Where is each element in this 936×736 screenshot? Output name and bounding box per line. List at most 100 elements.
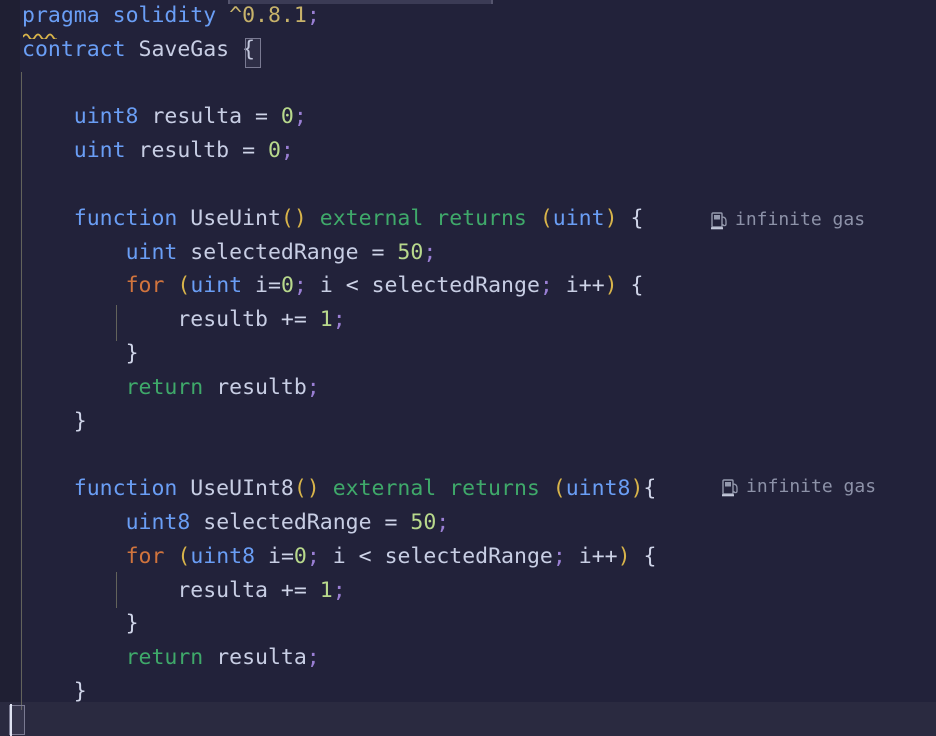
code-token: i [578, 543, 592, 569]
code-line[interactable]: resultb += 1; [22, 303, 345, 337]
code-token: { [617, 205, 644, 231]
code-token: ) [617, 543, 631, 569]
code-token: resultb [138, 138, 230, 164]
code-token: UseUint [190, 205, 281, 231]
code-token: ) [630, 476, 644, 502]
code-token: resulta [216, 645, 307, 671]
code-token: uint8 [73, 104, 139, 130]
code-token: SaveGas [138, 36, 230, 62]
code-token: selectedRange [371, 273, 540, 299]
gas-estimate-label: infinite gas [746, 476, 877, 497]
code-line[interactable] [22, 709, 35, 736]
code-token: = [268, 273, 281, 299]
code-lines-container[interactable]: pragma solidity ^0.8.1; contract SaveGas … [0, 0, 936, 736]
code-editor[interactable]: pragma solidity ^0.8.1; contract SaveGas … [0, 0, 936, 736]
code-line[interactable] [22, 67, 35, 101]
code-line[interactable] [22, 438, 35, 472]
code-token: ( [177, 273, 191, 299]
code-token: returns [436, 205, 527, 231]
code-line[interactable]: return resultb; [22, 371, 320, 405]
code-line[interactable]: function UseUInt8() external returns (ui… [22, 472, 657, 506]
code-token: () [293, 476, 320, 502]
code-token: ( [177, 543, 191, 569]
code-line[interactable]: } [22, 607, 139, 641]
code-token: selectedRange [190, 239, 359, 265]
code-token: ; [436, 510, 450, 535]
code-line[interactable]: function UseUint() external returns (uin… [22, 202, 644, 236]
code-token: += [267, 307, 320, 333]
code-line[interactable]: uint8 selectedRange = 50; [22, 506, 450, 540]
code-token: ++ [578, 273, 605, 299]
code-token: ++ [591, 543, 618, 569]
code-token: function [73, 476, 178, 502]
code-token: { [617, 273, 644, 299]
code-line[interactable]: uint selectedRange = 50; [22, 236, 437, 270]
code-token: += [267, 577, 320, 603]
code-line[interactable]: uint8 resulta = 0; [22, 100, 307, 134]
code-token: { [643, 476, 657, 502]
code-token: pragma [22, 3, 100, 28]
code-token: ; [306, 374, 320, 400]
code-token: ; [293, 273, 307, 299]
code-token: = [229, 138, 268, 164]
code-token: () [280, 205, 307, 231]
code-line[interactable]: pragma solidity ^0.8.1; [22, 0, 320, 33]
code-token: ; [280, 138, 294, 164]
code-line[interactable]: } [22, 405, 87, 439]
gas-estimate-annotation-1: infinite gas [711, 203, 865, 237]
code-line[interactable]: for (uint8 i=0; i < selectedRange; i++) … [22, 540, 657, 574]
code-token: ) [604, 205, 618, 231]
code-line[interactable]: resulta += 1; [22, 574, 345, 608]
code-token: contract [22, 36, 126, 62]
code-token: uint [73, 138, 126, 164]
code-token: i [319, 273, 333, 299]
code-line[interactable]: } [22, 675, 87, 709]
code-token: uint8 [190, 543, 256, 569]
code-token: return [125, 374, 204, 400]
fuel-pump-icon [722, 478, 739, 497]
code-token: 50 [397, 239, 424, 265]
code-token: ; [552, 543, 566, 569]
code-token: resultb [216, 374, 307, 400]
code-line[interactable]: for (uint i=0; i < selectedRange; i++) { [22, 269, 644, 303]
code-token: ; [306, 543, 320, 569]
gas-estimate-label: infinite gas [735, 209, 866, 230]
code-line[interactable]: return resulta; [22, 641, 320, 675]
code-token: ; [306, 3, 320, 28]
code-token: 0 [267, 138, 281, 164]
code-token: ^0.8.1 [229, 3, 307, 28]
code-line[interactable]: } [22, 337, 139, 371]
code-token: solidity [112, 3, 217, 28]
code-token: external [332, 476, 437, 502]
code-token: ; [293, 104, 307, 130]
code-token: returns [449, 476, 540, 502]
code-token: { [242, 36, 256, 62]
code-line[interactable]: uint resultb = 0; [22, 134, 294, 168]
code-token: < [345, 543, 385, 569]
text-caret [10, 704, 12, 736]
code-line[interactable] [22, 168, 35, 202]
